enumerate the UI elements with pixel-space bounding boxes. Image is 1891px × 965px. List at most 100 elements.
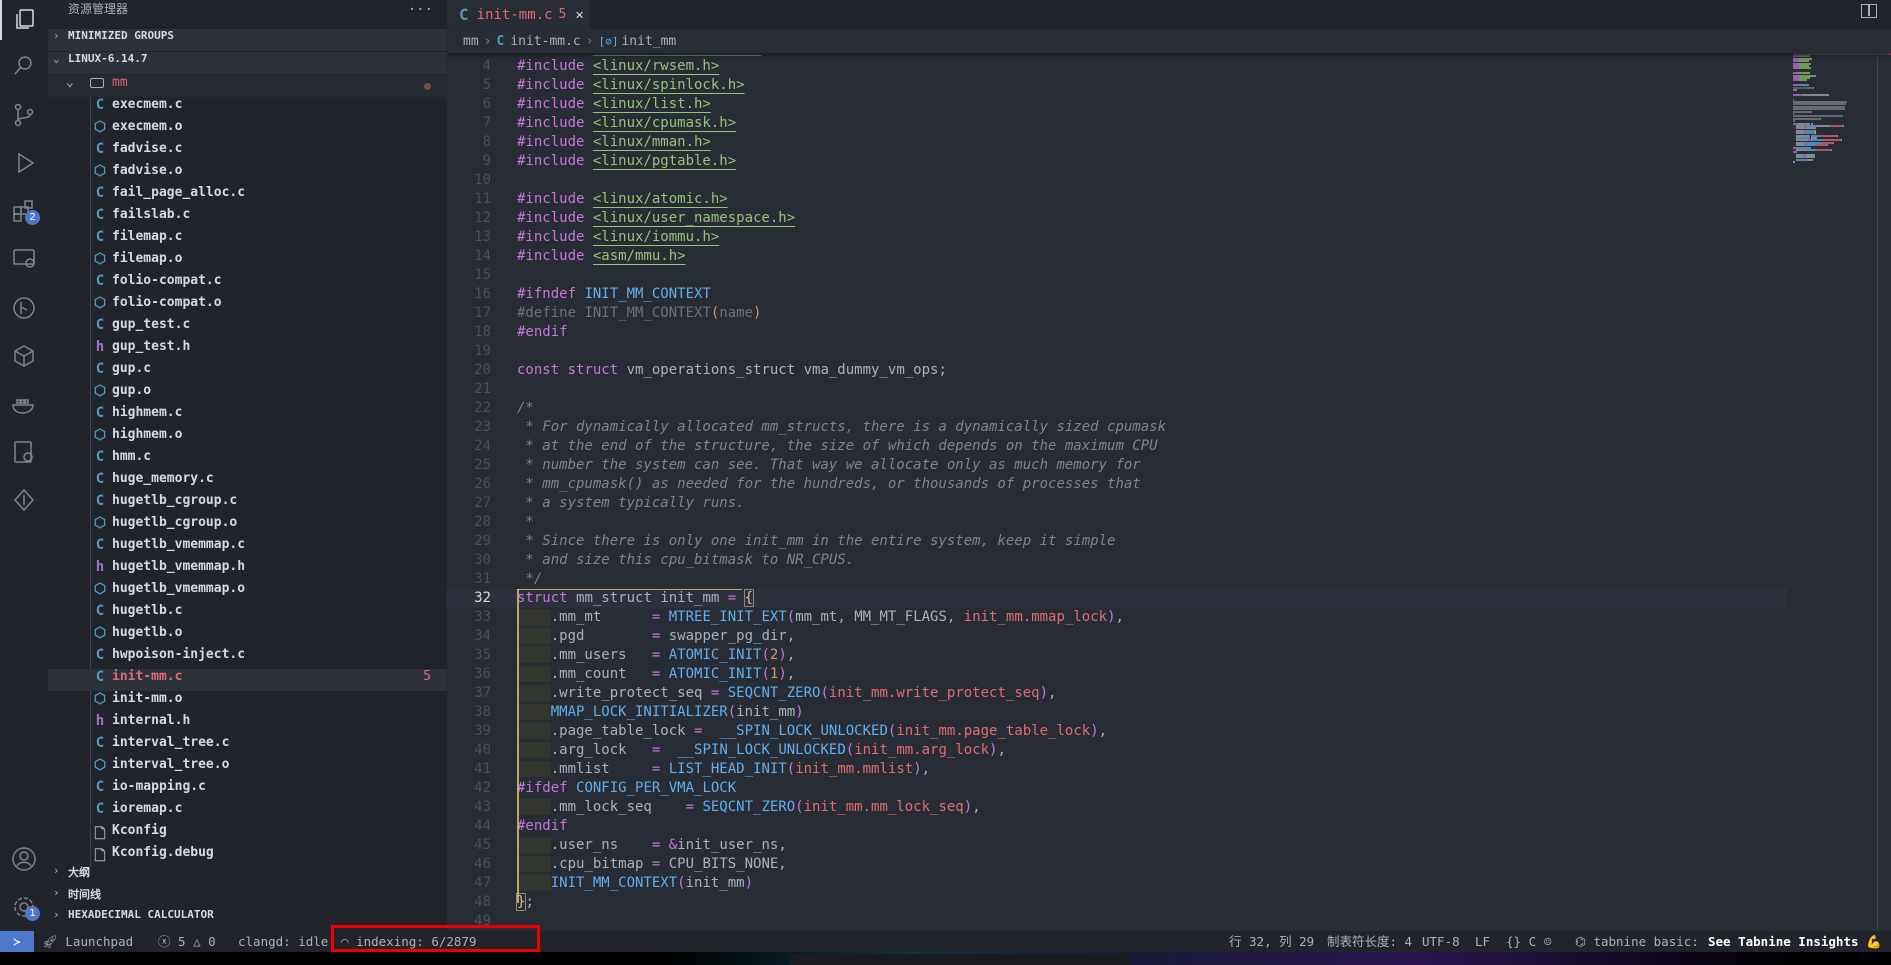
- code-line[interactable]: 8 #include <linux/mman.h>: [447, 133, 1787, 152]
- code-line[interactable]: 23 * For dynamically allocated mm_struct…: [447, 418, 1787, 437]
- split-editor-icon[interactable]: [1861, 4, 1877, 18]
- code-line[interactable]: 19: [447, 342, 1787, 361]
- file-item[interactable]: Chighmem.c: [48, 405, 447, 427]
- code-line[interactable]: 42 #ifdef CONFIG_PER_VMA_LOCK: [447, 779, 1787, 798]
- remote-explorer-icon[interactable]: [0, 239, 48, 279]
- file-item[interactable]: Cgup_test.c: [48, 317, 447, 339]
- code-line[interactable]: 9 #include <linux/pgtable.h>: [447, 152, 1787, 171]
- file-item[interactable]: Cexecmem.c: [48, 97, 447, 119]
- tab-init-mm-c[interactable]: C init-mm.c 5 ✕: [447, 0, 590, 29]
- code-line[interactable]: 29 * Since there is only one init_mm in …: [447, 532, 1787, 551]
- file-item[interactable]: ⬡ hugetlb.o: [48, 625, 447, 647]
- file-item[interactable]: Chugetlb.c: [48, 603, 447, 625]
- file-item[interactable]: Chugetlb_vmemmap.c: [48, 537, 447, 559]
- section-timeline[interactable]: › 时间线: [48, 886, 447, 908]
- file-item[interactable]: Cfilemap.c: [48, 229, 447, 251]
- test-settings-icon[interactable]: [0, 432, 48, 472]
- file-item[interactable]: Cgup.c: [48, 361, 447, 383]
- close-tab-button[interactable]: ✕: [575, 7, 583, 23]
- taskbar-apps[interactable]: [790, 954, 1130, 965]
- search-icon[interactable]: [0, 46, 48, 86]
- code-line[interactable]: 34 .pgd = swapper_pg_dir,: [447, 627, 1787, 646]
- code-lines[interactable]: 3#include <linux/maple_tree.h>4#include …: [447, 38, 1787, 931]
- source-control-icon[interactable]: [0, 95, 48, 135]
- code-line[interactable]: 36 .mm_count = ATOMIC_INIT(1),: [447, 665, 1787, 684]
- file-item[interactable]: ⬡ hugetlb_vmemmap.o: [48, 581, 447, 603]
- code-line[interactable]: 20 const struct vm_operations_struct vma_…: [447, 361, 1787, 380]
- code-line[interactable]: 33 .mm_mt = MTREE_INIT_EXT(mm_mt, MM_MT_…: [447, 608, 1787, 627]
- code-line[interactable]: 10: [447, 171, 1787, 190]
- explorer-icon[interactable]: [0, 0, 48, 40]
- editor[interactable]: C init-mm.c 5 ✕ mm › Cinit-mm.c › [⊘] init_…: [447, 0, 1891, 931]
- code-line[interactable]: 21: [447, 380, 1787, 399]
- code-line[interactable]: 26 * mm_cpumask() as needed for the hund…: [447, 475, 1787, 494]
- code-line[interactable]: 40 .arg_lock = __SPIN_LOCK_UNLOCKED(init…: [447, 741, 1787, 760]
- file-item[interactable]: Cfolio-compat.c: [48, 273, 447, 295]
- minimap[interactable]: [1793, 53, 1857, 233]
- code-line[interactable]: 18 #endif: [447, 323, 1787, 342]
- line-ending[interactable]: LF: [1475, 931, 1490, 952]
- code-line[interactable]: 46 .cpu_bitmap = CPU_BITS_NONE,: [447, 855, 1787, 874]
- vertical-scrollbar[interactable]: [1877, 53, 1891, 931]
- file-item[interactable]: Cfadvise.c: [48, 141, 447, 163]
- docker-icon[interactable]: [0, 384, 48, 424]
- code-line[interactable]: 38 MMAP_LOCK_INITIALIZER(init_mm): [447, 703, 1787, 722]
- file-item[interactable]: Cinit-mm.c 5: [48, 669, 447, 691]
- file-item[interactable]: Cfail_page_alloc.c: [48, 185, 447, 207]
- code-line[interactable]: 43 .mm_lock_seq = SEQCNT_ZERO(init_mm.mm…: [447, 798, 1787, 817]
- gitlens-icon[interactable]: [0, 288, 48, 328]
- breadcrumb-file[interactable]: init-mm.c: [510, 34, 580, 49]
- code-line[interactable]: 24 * at the end of the structure, the si…: [447, 437, 1787, 456]
- code-line[interactable]: 41 .mmlist = LIST_HEAD_INIT(init_mm.mmli…: [447, 760, 1787, 779]
- launchpad-item[interactable]: 🚀︎ Launchpad: [42, 931, 133, 952]
- copilot-icon[interactable]: ☺: [1544, 931, 1552, 952]
- code-line[interactable]: 48};: [447, 893, 1787, 912]
- file-item[interactable]: Chwpoison-inject.c: [48, 647, 447, 669]
- code-line[interactable]: 14 #include <asm/mmu.h>: [447, 247, 1787, 266]
- file-item[interactable]: ⬡ gup.o: [48, 383, 447, 405]
- code-line[interactable]: 15: [447, 266, 1787, 285]
- problems-item[interactable]: ⓧ 5 △ 0: [158, 931, 216, 952]
- account-icon[interactable]: [0, 839, 48, 879]
- tabnine-status[interactable]: ⌬ tabnine basic:: [1575, 931, 1699, 952]
- language-mode[interactable]: {} C: [1506, 931, 1536, 952]
- remote-icon[interactable]: ≻: [0, 931, 34, 952]
- code-line[interactable]: 6 #include <linux/list.h>: [447, 95, 1787, 114]
- code-line[interactable]: 30 * and size this cpu_bitmask to NR_CPU…: [447, 551, 1787, 570]
- extensions-icon[interactable]: 2: [0, 191, 48, 231]
- file-item[interactable]: h gup_test.h: [48, 339, 447, 361]
- file-item[interactable]: Chugetlb_cgroup.c: [48, 493, 447, 515]
- clangd-status[interactable]: clangd: idle: [238, 931, 328, 952]
- tabnine-insights-link[interactable]: See Tabnine Insights 💪: [1708, 931, 1882, 952]
- breadcrumb-symbol[interactable]: init_mm: [621, 34, 676, 49]
- code-line[interactable]: 16 #ifndef INIT_MM_CONTEXT: [447, 285, 1787, 304]
- code-line[interactable]: 7 #include <linux/cpumask.h>: [447, 114, 1787, 133]
- tab-size[interactable]: 制表符长度: 4: [1327, 931, 1412, 952]
- file-item[interactable]: ⬡ highmem.o: [48, 427, 447, 449]
- code-line[interactable]: 47 INIT_MM_CONTEXT(init_mm): [447, 874, 1787, 893]
- file-item[interactable]: Cio-mapping.c: [48, 779, 447, 801]
- code-line[interactable]: 37 .write_protect_seq = SEQCNT_ZERO(init…: [447, 684, 1787, 703]
- breadcrumb-folder[interactable]: mm: [463, 34, 479, 49]
- file-item[interactable]: Cinterval_tree.c: [48, 735, 447, 757]
- code-line[interactable]: 4 #include <linux/rwsem.h>: [447, 57, 1787, 76]
- code-line[interactable]: 44 #endif: [447, 817, 1787, 836]
- code-line[interactable]: 11 #include <linux/atomic.h>: [447, 190, 1787, 209]
- folder-mm[interactable]: ⌄ mm: [48, 75, 447, 97]
- section-workspace-root[interactable]: ⌄ LINUX-6.14.7: [48, 52, 447, 74]
- code-line[interactable]: 31 */: [447, 570, 1787, 589]
- code-line[interactable]: 27 * a system typically runs.: [447, 494, 1787, 513]
- code-line[interactable]: 22 /*: [447, 399, 1787, 418]
- file-item[interactable]: Chuge_memory.c: [48, 471, 447, 493]
- code-line[interactable]: 45 .user_ns = &init_user_ns,: [447, 836, 1787, 855]
- cube-icon[interactable]: [0, 336, 48, 376]
- file-item[interactable]: Chmm.c: [48, 449, 447, 471]
- file-item[interactable]: ⬡ folio-compat.o: [48, 295, 447, 317]
- settings-icon[interactable]: 1: [0, 887, 48, 927]
- code-line[interactable]: 5 #include <linux/spinlock.h>: [447, 76, 1787, 95]
- code-line[interactable]: 12 #include <linux/user_namespace.h>: [447, 209, 1787, 228]
- file-item[interactable]: ⬡ execmem.o: [48, 119, 447, 141]
- file-item[interactable]: h internal.h: [48, 713, 447, 735]
- code-line[interactable]: 17 #define INIT_MM_CONTEXT(name): [447, 304, 1787, 323]
- file-item[interactable]: ⬡ init-mm.o: [48, 691, 447, 713]
